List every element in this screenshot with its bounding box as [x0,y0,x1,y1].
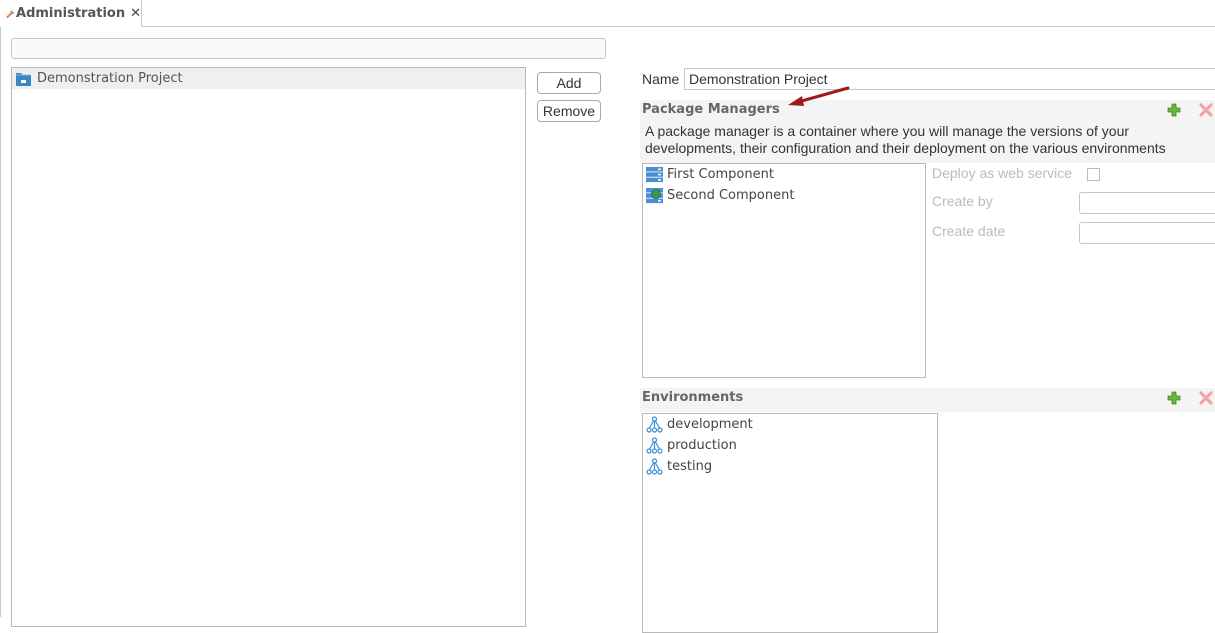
name-input[interactable]: Demonstration Project [684,68,1215,90]
deploy-web-service-label: Deploy as web service [932,165,1073,181]
tab-bar: Administration ✕ [0,0,1215,27]
environment-list: development production testing [642,413,938,633]
project-list: Demonstration Project [11,67,526,627]
network-icon [646,458,663,475]
package-manager-item[interactable]: Second Component [643,185,925,206]
add-package-manager-icon[interactable] [1167,103,1181,117]
server-icon [646,167,663,183]
close-icon[interactable]: ✕ [130,6,141,21]
environment-label: development [667,417,753,432]
project-item-label: Demonstration Project [37,71,183,86]
wrench-icon [6,9,15,18]
deploy-web-service-checkbox[interactable] [1087,168,1100,181]
environment-item[interactable]: development [643,414,937,435]
tab-label: Administration [16,6,126,21]
add-project-button[interactable]: Add [537,72,601,94]
network-icon [646,437,663,454]
project-filter-input[interactable] [11,38,606,59]
package-manager-label: First Component [667,167,774,182]
environment-label: production [667,438,737,453]
create-by-label: Create by [932,193,993,209]
remove-project-button[interactable]: Remove [537,100,601,122]
package-managers-title: Package Managers [642,102,780,117]
package-managers-description: A package manager is a container where y… [645,123,1166,156]
package-manager-item[interactable]: First Component [643,164,925,185]
tab-administration[interactable]: Administration ✕ [0,0,142,27]
environment-item[interactable]: production [643,435,937,456]
network-icon [646,416,663,433]
name-label: Name [642,71,680,87]
create-by-input[interactable] [1079,192,1215,214]
environments-header: Environments [640,388,1215,412]
create-date-label: Create date [932,223,1006,239]
package-manager-list: First Component Second Component [642,163,926,378]
left-border [0,27,1,617]
delete-environment-icon[interactable] [1199,391,1213,405]
package-managers-header: Package Managers A package manager is a … [640,100,1215,163]
delete-package-manager-icon[interactable] [1199,103,1213,117]
create-date-input[interactable] [1079,222,1215,244]
environments-title: Environments [642,390,744,405]
add-environment-icon[interactable] [1167,391,1181,405]
package-manager-label: Second Component [667,188,795,203]
folder-icon [16,73,31,86]
project-item-demonstration[interactable]: Demonstration Project [12,68,525,89]
server-web-icon [646,188,663,204]
environment-label: testing [667,459,713,474]
environment-item[interactable]: testing [643,456,937,477]
